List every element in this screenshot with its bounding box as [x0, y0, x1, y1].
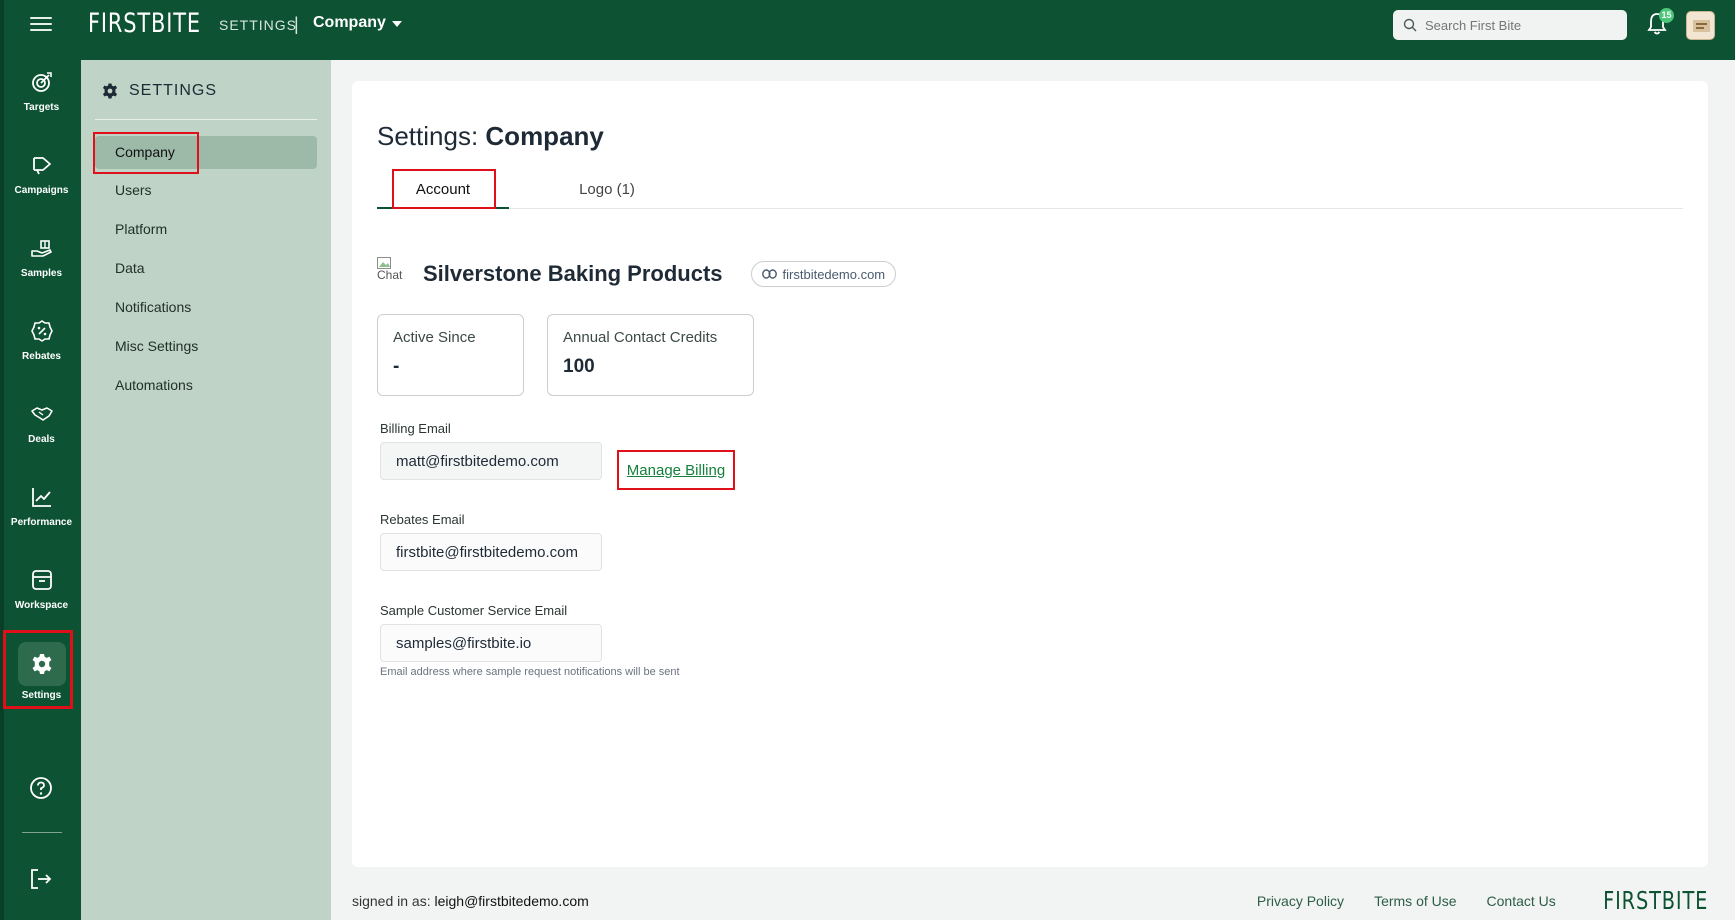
hamburger-menu-icon[interactable]	[30, 14, 52, 34]
domain-link[interactable]: firstbitedemo.com	[750, 261, 897, 287]
rail-item-performance[interactable]: Performance	[8, 475, 75, 547]
stat-value: -	[393, 356, 400, 377]
tab-bar: Account Logo (1)	[377, 169, 1683, 209]
search-icon	[1403, 18, 1417, 32]
stat-label: Annual Contact Credits	[563, 329, 718, 346]
page-title-bold: Company	[485, 121, 604, 151]
signed-in-text: signed in as: leigh@firstbitedemo.com	[352, 893, 589, 909]
rail-item-samples[interactable]: Samples	[8, 226, 75, 298]
link-icon	[761, 269, 777, 279]
top-section-label: SETTINGS	[219, 17, 298, 33]
settings-highlight-box	[3, 630, 73, 709]
top-separator: |	[294, 14, 299, 34]
contact-us-link[interactable]: Contact Us	[1487, 893, 1556, 909]
billing-email-label: Billing Email	[380, 421, 451, 436]
main-content: Settings: Company Account Logo (1) Chat …	[331, 60, 1735, 920]
handshake-icon	[30, 407, 53, 421]
broken-image-icon: Chat	[377, 257, 415, 291]
stat-active-since: Active Since -	[377, 314, 524, 396]
rail-label: Rebates	[22, 351, 61, 362]
stat-label: Active Since	[393, 329, 476, 346]
target-icon	[31, 72, 52, 92]
footer: signed in as: leigh@firstbitedemo.com Pr…	[352, 881, 1708, 920]
settings-item-users[interactable]: Users	[95, 174, 317, 207]
settings-item-data[interactable]: Data	[95, 252, 317, 285]
top-bar: FIRSTBITE SETTINGS | Company 15	[0, 0, 1735, 60]
settings-item-automations[interactable]: Automations	[95, 369, 317, 402]
gear-icon	[102, 83, 118, 99]
account-tab-highlight-box	[392, 169, 496, 209]
settings-card: Settings: Company Account Logo (1) Chat …	[352, 81, 1708, 867]
rail-label: Deals	[28, 434, 55, 445]
sample-email-field[interactable]	[380, 624, 602, 662]
icon-rail: Targets Campaigns Samples Rebates Deals …	[0, 60, 75, 920]
hand-gift-icon	[30, 240, 52, 257]
rail-label: Samples	[20, 268, 63, 279]
app-logo[interactable]: FIRSTBITE	[88, 8, 201, 39]
percent-badge-icon	[30, 320, 53, 342]
tab-logo[interactable]: Logo (1)	[547, 171, 667, 209]
rebates-email-label: Rebates Email	[380, 512, 465, 527]
signed-in-prefix: signed in as:	[352, 892, 435, 909]
notification-badge: 15	[1659, 8, 1674, 23]
rail-label: Campaigns	[14, 185, 69, 196]
avatar[interactable]	[1686, 11, 1715, 40]
terms-of-use-link[interactable]: Terms of Use	[1374, 893, 1456, 909]
domain-text: firstbitedemo.com	[782, 266, 886, 282]
settings-item-platform[interactable]: Platform	[95, 213, 317, 246]
stat-value: 100	[563, 356, 595, 377]
broken-image-alt: Chat	[377, 268, 403, 282]
rail-label: Targets	[23, 102, 60, 113]
page-title: Settings: Company	[377, 121, 604, 152]
billing-email-field[interactable]	[380, 442, 602, 480]
footer-links: Privacy Policy Terms of Use Contact Us F…	[1257, 881, 1708, 920]
manage-billing-link[interactable]: Manage Billing	[617, 450, 735, 490]
help-icon[interactable]	[28, 775, 54, 801]
company-selector-label: Company	[313, 14, 386, 31]
settings-sidebar-title: SETTINGS	[129, 82, 218, 99]
company-highlight-box	[93, 132, 199, 174]
settings-sidebar: SETTINGS Company Users Platform Data Not…	[81, 60, 331, 920]
settings-sidebar-divider	[95, 119, 317, 120]
signed-in-user: leigh@firstbitedemo.com	[434, 892, 589, 909]
rail-label: Performance	[10, 517, 73, 528]
rail-label: Workspace	[14, 600, 69, 611]
page-title-prefix: Settings:	[377, 121, 486, 151]
privacy-policy-link[interactable]: Privacy Policy	[1257, 893, 1344, 909]
rail-divider	[22, 832, 62, 833]
stat-annual-contact-credits: Annual Contact Credits 100	[547, 314, 754, 396]
rail-item-targets[interactable]: Targets	[8, 60, 75, 132]
rail-item-deals[interactable]: Deals	[8, 392, 75, 464]
rail-item-rebates[interactable]: Rebates	[8, 309, 75, 381]
company-selector[interactable]: Company	[313, 14, 402, 32]
megaphone-icon	[32, 157, 51, 175]
sample-email-hint: Email address where sample request notif…	[380, 666, 680, 678]
company-name: Silverstone Baking Products	[423, 261, 723, 286]
rebates-email-field[interactable]	[380, 533, 602, 571]
footer-logo: FIRSTBITE	[1602, 886, 1708, 915]
sample-email-label: Sample Customer Service Email	[380, 603, 568, 618]
archive-box-icon	[31, 570, 52, 590]
logout-icon[interactable]	[28, 866, 54, 892]
avatar-image-icon	[1693, 20, 1710, 32]
settings-sidebar-header: SETTINGS	[101, 82, 217, 100]
line-chart-icon	[31, 488, 51, 507]
company-header: Chat Silverstone Baking Products firstbi…	[377, 257, 897, 291]
search-input[interactable]	[1425, 17, 1605, 33]
search-box[interactable]	[1393, 10, 1627, 40]
chevron-down-icon	[391, 21, 402, 27]
settings-item-notifications[interactable]: Notifications	[95, 291, 317, 324]
rail-item-campaigns[interactable]: Campaigns	[8, 143, 75, 215]
rail-item-workspace[interactable]: Workspace	[8, 558, 75, 630]
settings-item-misc-settings[interactable]: Misc Settings	[95, 330, 317, 363]
